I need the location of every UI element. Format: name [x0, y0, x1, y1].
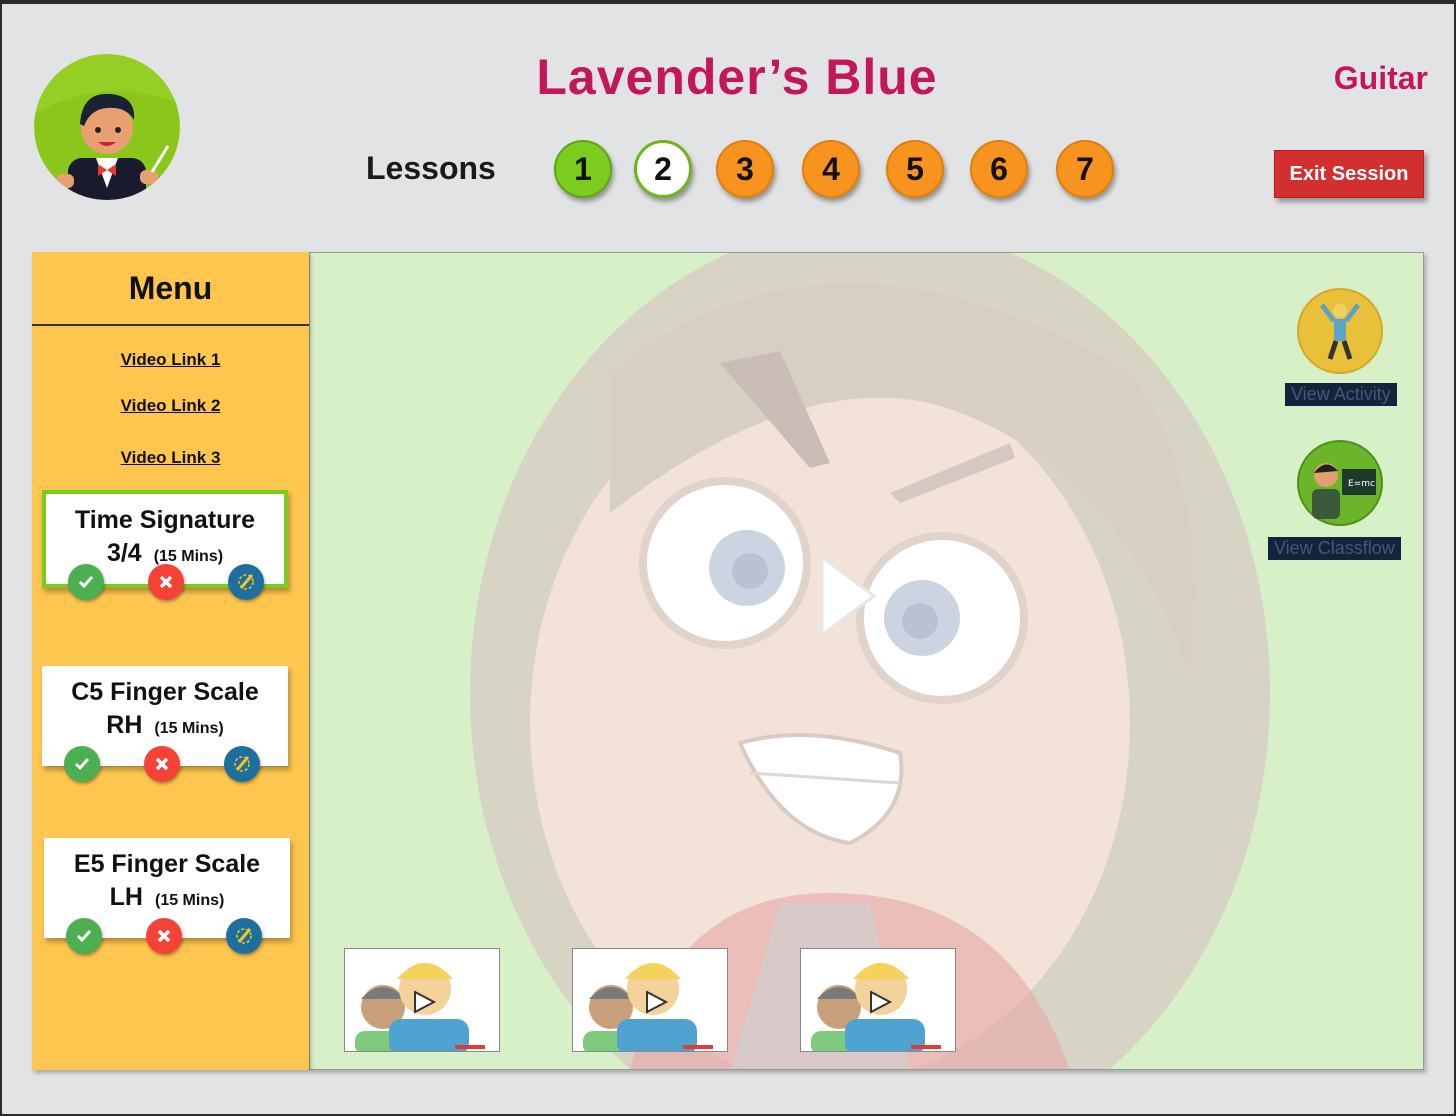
- close-icon[interactable]: [144, 746, 180, 782]
- activity-card-time-signature[interactable]: Time Signature 3/4 (15 Mins): [42, 490, 288, 600]
- app-frame: Lavender’s Blue Guitar Lessons 1 2 3 4 5…: [0, 0, 1456, 1116]
- activity-icon: [1297, 288, 1383, 374]
- lesson-2-button[interactable]: 2: [634, 140, 692, 198]
- activity-status-row: [44, 918, 290, 958]
- song-title: Lavender’s Blue: [536, 49, 938, 105]
- lesson-5-button[interactable]: 5: [886, 140, 944, 198]
- play-icon[interactable]: [818, 553, 878, 644]
- video-link-1[interactable]: Video Link 1: [32, 350, 309, 370]
- activity-subtitle: LH: [109, 883, 143, 911]
- play-icon[interactable]: [867, 989, 893, 1020]
- video-link-2[interactable]: Video Link 2: [32, 396, 309, 416]
- sidebar-menu: Menu Video Link 1 Video Link 2 Video Lin…: [32, 252, 309, 1070]
- close-icon[interactable]: [148, 564, 184, 600]
- lesson-7-button[interactable]: 7: [1056, 140, 1114, 198]
- video-thumbnail-2[interactable]: [572, 948, 728, 1052]
- classflow-icon: E=mc: [1297, 440, 1383, 526]
- play-icon[interactable]: [411, 989, 437, 1020]
- view-classflow-button[interactable]: E=mc: [1296, 439, 1384, 532]
- check-icon[interactable]: [68, 564, 104, 600]
- teacher-avatar: [34, 54, 180, 200]
- lessons-label: Lessons: [366, 150, 496, 186]
- video-link-3[interactable]: Video Link 3: [32, 448, 309, 468]
- activity-card-c5-finger-scale[interactable]: C5 Finger Scale RH (15 Mins): [42, 666, 288, 782]
- lesson-6-button[interactable]: 6: [970, 140, 1028, 198]
- view-classflow-label[interactable]: View Classflow: [1268, 537, 1401, 560]
- activity-title: Time Signature: [74, 506, 256, 534]
- svg-text:E=mc: E=mc: [1348, 479, 1375, 489]
- check-icon[interactable]: [66, 918, 102, 954]
- lesson-4-button[interactable]: 4: [802, 140, 860, 198]
- menu-title: Menu: [32, 252, 309, 326]
- view-activity-label[interactable]: View Activity: [1285, 383, 1397, 406]
- activity-title: C5 Finger Scale: [71, 678, 259, 706]
- activity-card-e5-finger-scale[interactable]: E5 Finger Scale LH (15 Mins): [44, 838, 290, 954]
- activity-title: E5 Finger Scale: [73, 850, 261, 878]
- activity-subtitle: RH: [106, 711, 143, 739]
- edit-icon[interactable]: [228, 564, 264, 600]
- play-icon[interactable]: [643, 989, 669, 1020]
- exit-session-button[interactable]: Exit Session: [1274, 150, 1424, 198]
- activity-duration: (15 Mins): [153, 548, 224, 565]
- activity-duration: (15 Mins): [154, 720, 224, 737]
- activity-duration: (15 Mins): [154, 892, 225, 909]
- instrument-label: Guitar: [1333, 60, 1428, 96]
- edit-icon[interactable]: [226, 918, 262, 954]
- edit-icon[interactable]: [224, 746, 260, 782]
- view-activity-button[interactable]: [1296, 287, 1384, 380]
- video-thumbnail-3[interactable]: [800, 948, 956, 1052]
- activity-status-row: [42, 746, 288, 786]
- lesson-1-button[interactable]: 1: [554, 140, 612, 198]
- video-thumbnail-1[interactable]: [344, 948, 500, 1052]
- lesson-3-button[interactable]: 3: [716, 140, 774, 198]
- check-icon[interactable]: [64, 746, 100, 782]
- activity-subtitle: 3/4: [106, 539, 142, 567]
- activity-status-row: [46, 564, 284, 604]
- close-icon[interactable]: [146, 918, 182, 954]
